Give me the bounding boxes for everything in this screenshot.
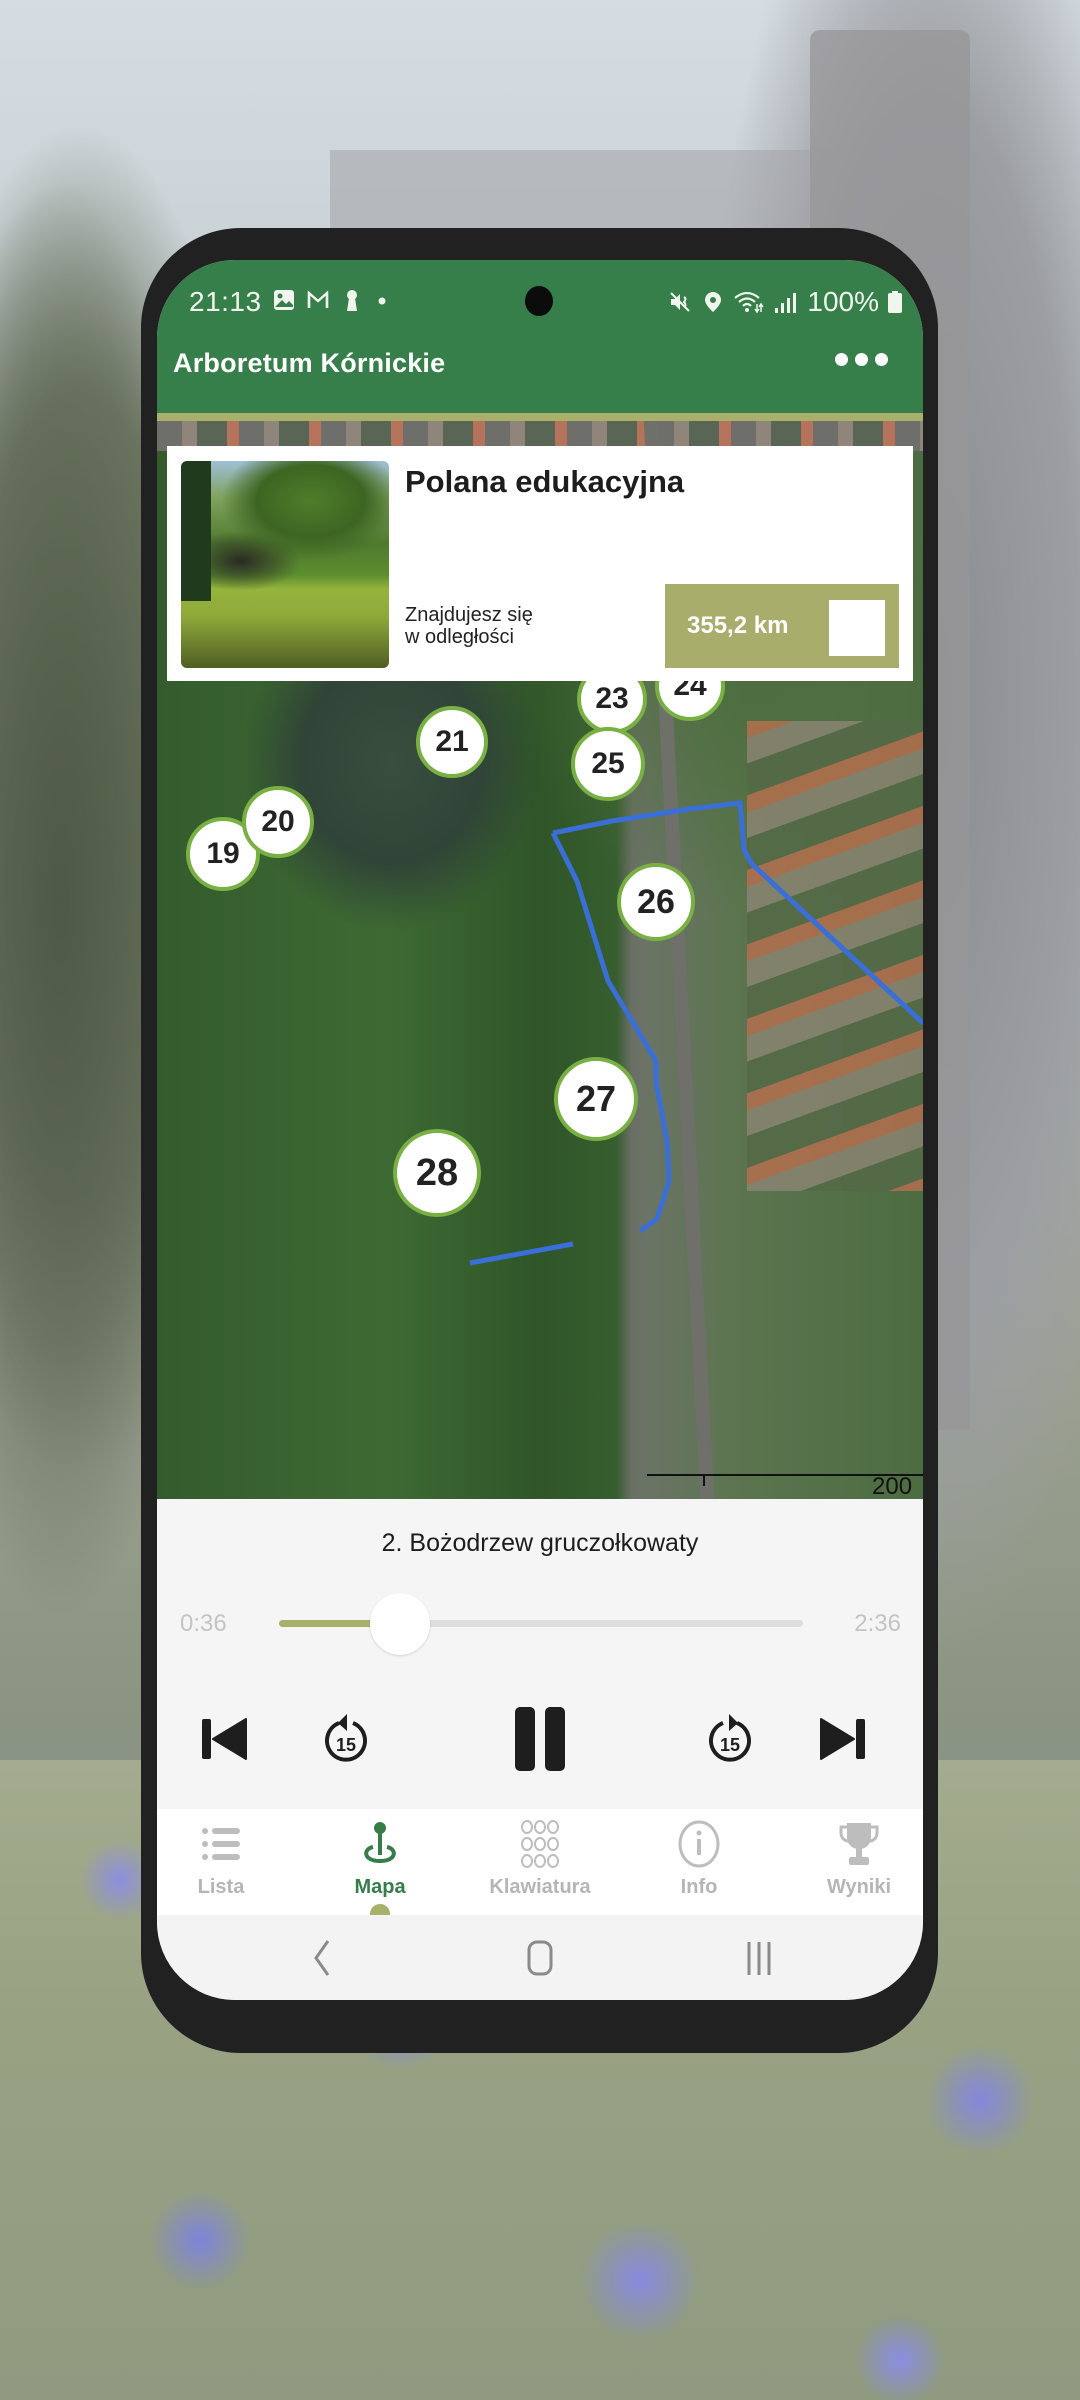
- seek-bar[interactable]: [279, 1593, 803, 1655]
- svg-text:15: 15: [720, 1735, 740, 1755]
- map-pin-icon: [364, 1822, 396, 1864]
- tab-klawiatura[interactable]: Klawiatura: [465, 1809, 615, 1915]
- bottom-navigation: Lista Mapa Klawiatura Info Wyniki: [157, 1809, 923, 1924]
- tab-mapa[interactable]: Mapa: [305, 1809, 455, 1924]
- rewind-15-button[interactable]: 15: [311, 1699, 381, 1779]
- map-marker[interactable]: 26: [617, 863, 695, 941]
- recents-icon: [747, 1942, 771, 1975]
- skip-next-icon: [820, 1718, 865, 1760]
- battery-percent: 100%: [807, 286, 879, 317]
- keyhole-icon: [347, 290, 357, 311]
- track-title: 2. Bożodrzew gruczołkowaty: [381, 1529, 699, 1557]
- wifi-icon: [734, 291, 764, 314]
- distance-caption: Znajdujesz się w odległości: [405, 604, 533, 648]
- svg-text:15: 15: [336, 1735, 356, 1755]
- phone-screen: 21:13 100% Arboretum Kórnickie 19 20 21 …: [157, 260, 923, 2000]
- system-back-button[interactable]: [292, 1935, 352, 1981]
- dot-icon: [378, 297, 386, 305]
- total-duration: 2:36: [854, 1610, 901, 1637]
- map-marker[interactable]: 27: [554, 1057, 638, 1141]
- keypad-icon: [521, 1820, 559, 1868]
- system-home-button[interactable]: [511, 1935, 571, 1981]
- signal-icon: [775, 293, 797, 313]
- app-title: Arboretum Kórnickie: [173, 348, 446, 378]
- navigate-button[interactable]: 355,2 km: [665, 584, 899, 668]
- map-scale-label: 200 m: [872, 1473, 913, 1499]
- rewind-15-icon: 15: [325, 1714, 367, 1762]
- location-photo: [181, 461, 389, 668]
- status-bar: 21:13 100%: [157, 274, 923, 324]
- navigation-arrow-icon: [829, 600, 885, 656]
- info-icon: [678, 1820, 720, 1868]
- home-square-icon: [527, 1940, 553, 1976]
- forward-15-icon: 15: [709, 1714, 751, 1762]
- tab-lista[interactable]: Lista: [157, 1809, 296, 1915]
- status-time: 21:13: [189, 286, 262, 317]
- more-horizontal-icon: [835, 353, 848, 366]
- gallery-icon: [274, 290, 294, 310]
- tab-wyniki[interactable]: Wyniki: [784, 1809, 923, 1915]
- route-line: [469, 1241, 574, 1266]
- route-line: [552, 800, 923, 1025]
- location-title: Polana edukacyjna: [405, 464, 685, 499]
- front-camera: [525, 286, 553, 316]
- next-button[interactable]: [807, 1699, 877, 1779]
- system-recents-button[interactable]: [729, 1935, 789, 1981]
- app-bar: 21:13 100% Arboretum Kórnickie: [157, 260, 923, 413]
- distance-value: 355,2 km: [687, 612, 789, 639]
- mute-icon: [670, 292, 691, 312]
- elapsed-time: 0:36: [180, 1610, 227, 1637]
- skip-previous-icon: [202, 1718, 247, 1760]
- back-chevron-icon: [314, 1940, 330, 1976]
- system-navigation-bar: [157, 1915, 923, 2000]
- tab-info[interactable]: Info: [624, 1809, 774, 1915]
- battery-icon: [888, 291, 902, 313]
- seek-thumb[interactable]: [369, 1593, 430, 1655]
- forward-15-button[interactable]: 15: [695, 1699, 765, 1779]
- map-marker[interactable]: 25: [571, 727, 645, 801]
- trophy-icon: [839, 1823, 879, 1865]
- map-marker[interactable]: 20: [242, 786, 314, 858]
- header-accent-stripe: [157, 413, 923, 421]
- location-card[interactable]: Polana edukacyjna Znajdujesz się w odleg…: [167, 446, 913, 681]
- more-options-button[interactable]: [835, 353, 888, 366]
- list-icon: [202, 1828, 240, 1860]
- gmail-icon: [307, 290, 329, 308]
- audio-player: 2. Bożodrzew gruczołkowaty 0:36 2:36 15: [157, 1499, 923, 1809]
- pause-button[interactable]: [505, 1699, 575, 1779]
- map-marker-current[interactable]: 28: [393, 1129, 481, 1217]
- location-icon: [705, 292, 722, 312]
- playback-controls: 15 15: [157, 1699, 923, 1779]
- previous-button[interactable]: [190, 1699, 260, 1779]
- pause-icon: [515, 1707, 565, 1771]
- map-marker[interactable]: 21: [416, 706, 488, 778]
